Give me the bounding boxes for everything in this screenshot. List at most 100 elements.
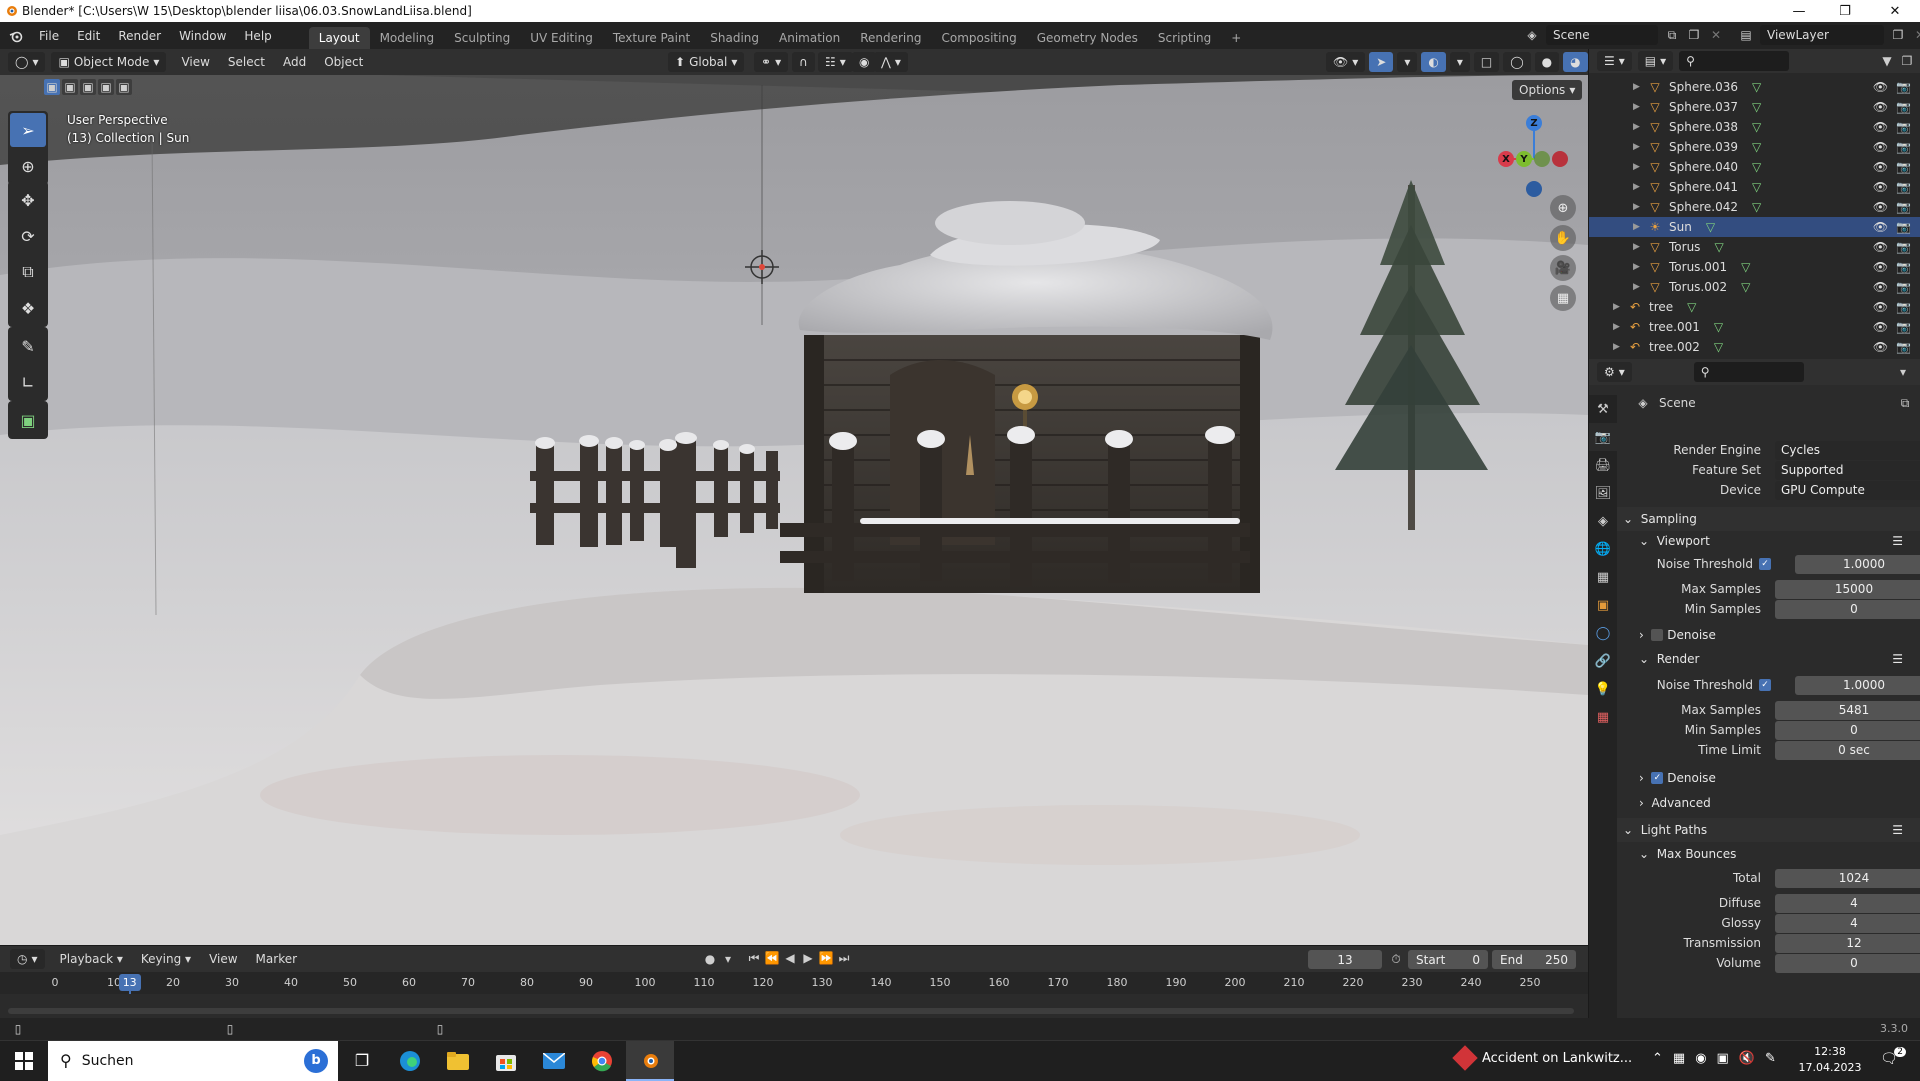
- expand-arrow-icon[interactable]: ▶: [1633, 102, 1645, 112]
- expand-arrow-icon[interactable]: ▶: [1633, 262, 1645, 272]
- ortho-grid-icon[interactable]: ▦: [1550, 285, 1576, 311]
- render-camera-icon[interactable]: 📷: [1896, 100, 1911, 114]
- measure-tool[interactable]: ∟: [10, 365, 46, 399]
- render-camera-icon[interactable]: 📷: [1896, 160, 1911, 174]
- mode-selector[interactable]: ▣ Object Mode ▾: [51, 52, 167, 72]
- viewport-noise-threshold-checkbox[interactable]: ✓: [1759, 558, 1771, 570]
- visibility-selector[interactable]: 👁 ▾: [1326, 52, 1366, 72]
- render-camera-icon[interactable]: 📷: [1896, 300, 1911, 314]
- render-camera-icon[interactable]: 📷: [1896, 180, 1911, 194]
- properties-options-icon[interactable]: ▾: [1895, 364, 1911, 380]
- record-keyframe-icon[interactable]: ●: [702, 951, 718, 967]
- render-camera-icon[interactable]: 📷: [1896, 140, 1911, 154]
- blender-taskbar-icon[interactable]: [626, 1040, 674, 1081]
- outliner-row[interactable]: ▶ ▽ Torus.002 ▽ 👁 📷: [1589, 277, 1920, 297]
- 3d-viewport[interactable]: User Perspective (13) Collection | Sun ▣…: [0, 75, 1588, 945]
- diffuse-bounces-field[interactable]: 4: [1775, 893, 1920, 913]
- visibility-eye-icon[interactable]: 👁: [1873, 120, 1888, 134]
- properties-editor-type[interactable]: ⚙ ▾: [1597, 362, 1632, 382]
- filter-icon[interactable]: ▼: [1879, 53, 1895, 69]
- add-cube-tool[interactable]: ▣: [10, 403, 46, 437]
- camera-tray-icon[interactable]: ◉: [1695, 1051, 1706, 1066]
- keyframe-area[interactable]: [0, 994, 1588, 1019]
- play-icon[interactable]: ▶: [800, 950, 816, 966]
- delete-scene-icon[interactable]: ✕: [1708, 27, 1724, 43]
- stopwatch-icon[interactable]: ⏱: [1388, 951, 1404, 967]
- gizmo-neg-z-axis[interactable]: [1526, 181, 1542, 197]
- physics-tab-icon[interactable]: ◯: [1589, 619, 1617, 647]
- render-camera-icon[interactable]: 📷: [1896, 200, 1911, 214]
- tab-layout[interactable]: Layout: [308, 27, 370, 49]
- menu-help[interactable]: Help: [235, 29, 280, 43]
- select-subtract-icon[interactable]: ▣: [80, 79, 96, 95]
- select-invert-icon[interactable]: ▣: [98, 79, 114, 95]
- viewport-noise-threshold-field[interactable]: 1.0000: [1795, 554, 1920, 574]
- tab-scripting[interactable]: Scripting: [1148, 27, 1221, 49]
- chrome-icon[interactable]: [578, 1041, 626, 1081]
- editor-type-button[interactable]: ◯ ▾: [8, 52, 46, 72]
- pan-hand-icon[interactable]: ✋: [1550, 225, 1576, 251]
- wireframe-shading-button[interactable]: ◯: [1503, 52, 1531, 72]
- volume-muted-icon[interactable]: 🔇: [1739, 1051, 1755, 1066]
- menu-render[interactable]: Render: [109, 29, 170, 43]
- render-engine-dropdown[interactable]: Cycles▾: [1775, 440, 1920, 460]
- visibility-eye-icon[interactable]: 👁: [1873, 80, 1888, 94]
- outliner-row[interactable]: ▶ ▽ Sphere.041 ▽ 👁 📷: [1589, 177, 1920, 197]
- view-layer-tab-icon[interactable]: 🖼: [1589, 479, 1617, 507]
- taskbar-search-box[interactable]: ⚲ Suchen b: [48, 1040, 338, 1081]
- visibility-eye-icon[interactable]: 👁: [1873, 100, 1888, 114]
- transform-tool[interactable]: ❖: [10, 291, 46, 325]
- outliner-row[interactable]: ▶ ▽ Sphere.036 ▽ 👁 📷: [1589, 77, 1920, 97]
- expand-arrow-icon[interactable]: ▶: [1613, 302, 1625, 312]
- cursor-tool[interactable]: ⊕: [10, 149, 46, 183]
- material-shading-button[interactable]: ◕: [1563, 52, 1588, 72]
- store-icon[interactable]: [482, 1041, 530, 1081]
- max-bounces-subpanel-header[interactable]: ⌄ Max Bounces: [1617, 842, 1920, 866]
- select-intersect-icon[interactable]: ▣: [116, 79, 132, 95]
- outliner-row[interactable]: ▶ ☀ Sun ▽ 👁 📷: [1589, 217, 1920, 237]
- visibility-eye-icon[interactable]: 👁: [1873, 260, 1888, 274]
- frame-ruler[interactable]: 0 10 20 30 40 50 60 70 80 90 100 110 120 130 140 150 160…: [0, 972, 1588, 1025]
- tab-sculpting[interactable]: Sculpting: [444, 27, 520, 49]
- jump-prev-keyframe-icon[interactable]: ⏪: [764, 950, 780, 966]
- proportional-edit-toggle[interactable]: ◉: [852, 52, 877, 72]
- pivot-selector[interactable]: ⚭ ▾: [754, 52, 789, 72]
- viewport-options-button[interactable]: Options ▾: [1512, 80, 1583, 100]
- device-dropdown[interactable]: GPU Compute▾: [1775, 480, 1920, 500]
- overlay-toggle[interactable]: ◐: [1421, 52, 1446, 72]
- jump-end-icon[interactable]: ⏭: [836, 950, 852, 966]
- scale-tool[interactable]: ⧉: [10, 255, 46, 289]
- menu-edit[interactable]: Edit: [68, 29, 109, 43]
- clock[interactable]: 12:38 17.04.2023: [1798, 1044, 1862, 1076]
- render-camera-icon[interactable]: 📷: [1896, 280, 1911, 294]
- expand-arrow-icon[interactable]: ▶: [1613, 322, 1625, 332]
- gizmo-dropdown[interactable]: ▾: [1397, 52, 1418, 72]
- snap-target-selector[interactable]: ☷ ▾: [818, 52, 853, 72]
- view-layer-icon[interactable]: ▤: [1738, 27, 1754, 43]
- visibility-eye-icon[interactable]: 👁: [1873, 180, 1888, 194]
- start-frame-field[interactable]: Start 0: [1408, 950, 1488, 969]
- navigation-gizmo[interactable]: Z X Y: [1490, 115, 1570, 197]
- menu-file[interactable]: File: [30, 29, 68, 43]
- render-camera-icon[interactable]: 📷: [1896, 120, 1911, 134]
- visibility-eye-icon[interactable]: 👁: [1873, 240, 1888, 254]
- expand-arrow-icon[interactable]: ▶: [1633, 202, 1645, 212]
- viewport-subpanel-header[interactable]: ⌄ Viewport ☰: [1617, 529, 1920, 553]
- world-tab-icon[interactable]: 🌐: [1589, 535, 1617, 563]
- menu-keying[interactable]: Keying ▾: [132, 952, 200, 966]
- tab-animation[interactable]: Animation: [769, 27, 850, 49]
- expand-arrow-icon[interactable]: ▶: [1633, 142, 1645, 152]
- object-data-tab-icon[interactable]: 💡: [1589, 675, 1617, 703]
- menu-marker[interactable]: Marker: [247, 952, 306, 966]
- advanced-subpanel[interactable]: › Advanced: [1617, 791, 1920, 815]
- outliner-row[interactable]: ▶ ▽ Sphere.040 ▽ 👁 📷: [1589, 157, 1920, 177]
- pin-scene-icon[interactable]: ⧉: [1664, 27, 1680, 43]
- bing-icon[interactable]: b: [304, 1048, 328, 1073]
- render-subpanel-header[interactable]: ⌄ Render ☰: [1617, 647, 1920, 671]
- outliner-row[interactable]: ▶ ▽ Sphere.038 ▽ 👁 📷: [1589, 117, 1920, 137]
- select-box-tool[interactable]: ➢: [10, 113, 46, 147]
- new-scene-icon[interactable]: ❐: [1686, 27, 1702, 43]
- notification-center-icon[interactable]: 🗨 2: [1880, 1047, 1906, 1071]
- texture-tab-icon[interactable]: ▦: [1589, 703, 1617, 731]
- properties-search-input[interactable]: ⚲: [1693, 362, 1804, 382]
